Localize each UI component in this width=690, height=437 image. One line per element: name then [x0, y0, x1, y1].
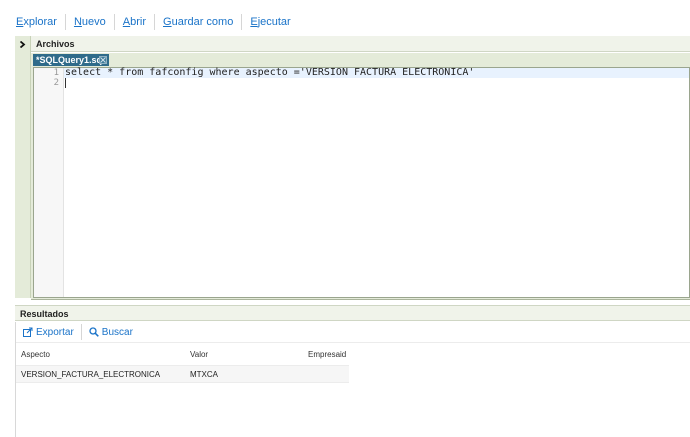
- export-icon: [23, 327, 33, 337]
- buscar-button[interactable]: Buscar: [80, 324, 140, 340]
- column-header-valor[interactable]: Valor: [190, 350, 208, 359]
- line-number: 1: [53, 68, 59, 78]
- line-number: 2: [53, 78, 59, 88]
- explorar-button[interactable]: Explorar: [14, 14, 65, 30]
- tab-label: *SQLQuery1.sql: [36, 55, 105, 65]
- close-icon[interactable]: [99, 56, 107, 64]
- cell-valor: MTXCA: [190, 370, 218, 379]
- editor-panel: *SQLQuery1.sql 1 2 select * from fafconf…: [31, 53, 690, 300]
- column-header-aspecto[interactable]: Aspecto: [21, 350, 50, 359]
- text-cursor: [65, 78, 66, 88]
- sql-code-editor[interactable]: 1 2 select * from fafconfig where aspect…: [33, 67, 690, 298]
- column-header-empresaid[interactable]: Empresaid: [308, 350, 346, 359]
- search-icon: [89, 327, 99, 337]
- exportar-button[interactable]: Exportar: [16, 324, 81, 340]
- exportar-label: Exportar: [36, 326, 74, 338]
- line-number-gutter: 1 2: [34, 68, 64, 297]
- main-toolbar: Explorar Nuevo Abrir Guardar como Ejecut…: [14, 14, 299, 30]
- editor-tab-strip: *SQLQuery1.sql: [31, 53, 690, 66]
- results-panel: Exportar Buscar Aspecto Valor Empresaid …: [15, 322, 690, 437]
- side-collapse-strip[interactable]: [15, 36, 31, 298]
- tab-sqlquery1[interactable]: *SQLQuery1.sql: [33, 54, 109, 66]
- buscar-label: Buscar: [101, 326, 133, 338]
- results-grid-header: Aspecto Valor Empresaid: [16, 348, 349, 362]
- cell-aspecto: VERSION_FACTURA_ELECTRONICA: [21, 370, 161, 379]
- table-row[interactable]: VERSION_FACTURA_ELECTRONICA MTXCA: [16, 365, 349, 383]
- code-line[interactable]: select * from fafconfig where aspecto ='…: [65, 68, 474, 78]
- archivos-panel-title: Archivos: [31, 36, 690, 52]
- abrir-button[interactable]: Abrir: [113, 14, 154, 30]
- guardar-como-button[interactable]: Guardar como: [154, 14, 241, 30]
- ejecutar-button[interactable]: Ejecutar: [241, 14, 298, 30]
- chevron-right-icon[interactable]: [19, 41, 26, 48]
- nuevo-button[interactable]: Nuevo: [64, 14, 114, 30]
- results-toolbar: Exportar Buscar: [16, 322, 690, 343]
- resultados-panel-title: Resultados: [15, 305, 690, 321]
